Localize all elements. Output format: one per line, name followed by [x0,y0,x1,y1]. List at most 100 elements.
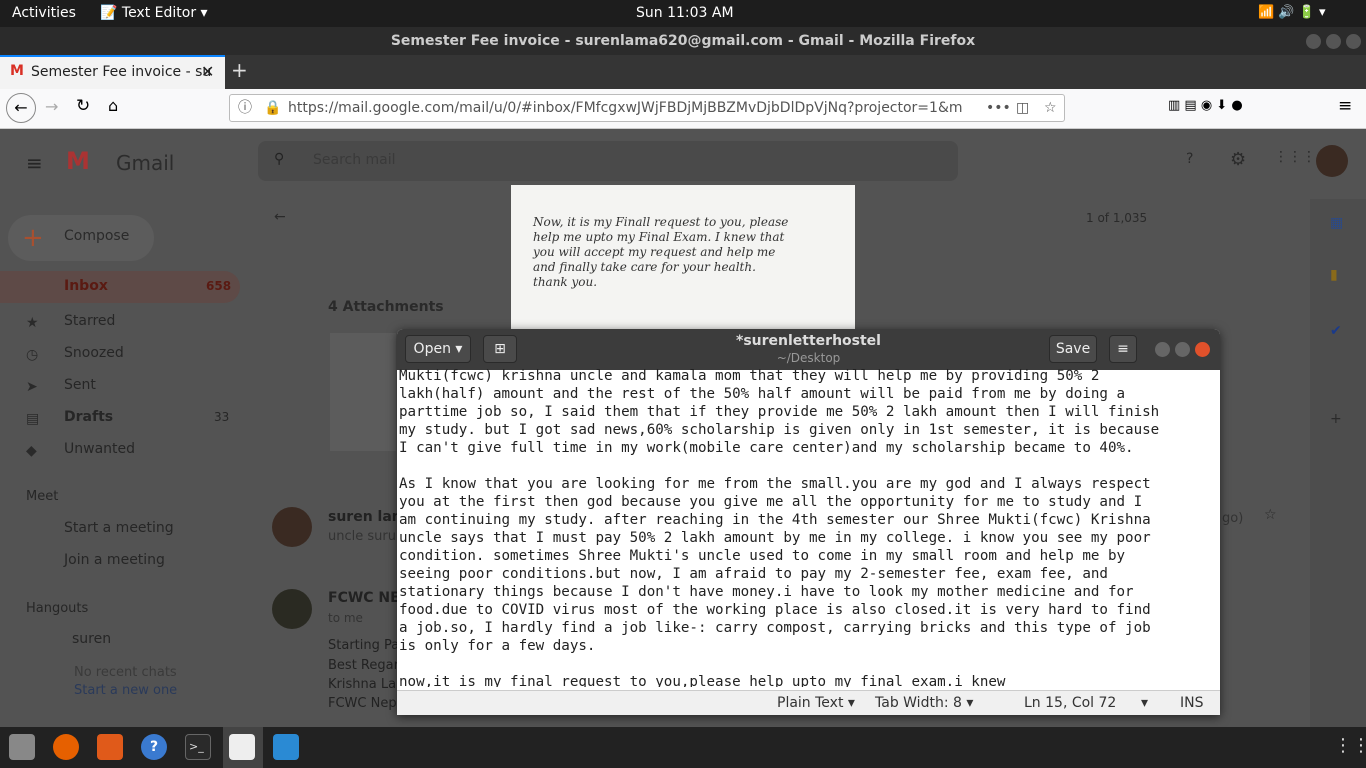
back-icon[interactable]: ← [6,93,36,123]
settings-gear-icon[interactable]: ⚙ [1230,149,1246,170]
calendar-icon[interactable]: ▦ [1330,215,1343,231]
search-bar[interactable]: ⚲ Search mail [258,141,958,181]
site-info-icon[interactable]: ⓘ [238,95,252,121]
start-new-chat-link[interactable]: Start a new one [74,683,177,695]
tab-close-icon[interactable]: ✕ [201,62,214,81]
hangouts-heading: Hangouts [26,601,89,616]
open-button[interactable]: Open ▾ [405,335,471,363]
maximize-icon[interactable] [1326,34,1341,49]
files-icon[interactable] [9,734,35,760]
bookmark-star-icon[interactable]: ☆ [1044,95,1057,121]
sender-name[interactable]: suren lam [328,509,406,525]
sidebar-item-starred[interactable]: Starred [64,313,115,329]
sidebar-item-drafts[interactable]: Drafts [64,409,113,425]
search-icon: ⚲ [274,151,285,167]
url-bar[interactable]: ⓘ 🔒 https://mail.google.com/mail/u/0/#in… [229,94,1065,122]
message-snippet[interactable]: uncle suru [328,529,396,544]
text-editor-window: Open ▾ ⊞ *surenletterhostel ~/Desktop Sa… [397,329,1220,715]
apps-grid-icon[interactable]: ⋮⋮⋮ [1274,149,1316,165]
language-label: Plain Text [777,695,844,711]
no-chats-text: No recent chats [74,665,177,680]
sidebar-item-inbox[interactable]: Inbox 658 [0,271,240,303]
home-icon[interactable]: ⌂ [108,96,118,115]
gmail-logo-icon: M [66,147,90,175]
minimize-icon[interactable] [1155,342,1170,357]
tab-width-label: Tab Width: 8 [875,695,962,711]
software-center-icon[interactable] [97,734,123,760]
window-title: Semester Fee invoice - surenlama620@gmai… [390,33,976,49]
minimize-icon[interactable] [1306,34,1321,49]
hangouts-user[interactable]: suren [72,631,111,647]
start-meeting-link[interactable]: Start a meeting [64,520,174,536]
system-tray-icons[interactable]: 📶 🔊 🔋 ▾ [1258,5,1325,20]
show-applications-icon[interactable]: ⋮⋮⋮ [1334,735,1366,756]
handwritten-line: you will accept my request and help me [533,245,776,259]
app-menu[interactable]: 📝 Text Editor ▾ [100,5,208,21]
vscode-icon[interactable] [273,734,299,760]
terminal-icon[interactable]: >_ [185,734,211,760]
send-icon: ➤ [26,379,38,395]
label-icon: ◆ [26,443,37,459]
url-text: https://mail.google.com/mail/u/0/#inbox/… [288,100,963,116]
forward-icon[interactable]: → [45,97,58,116]
compose-button[interactable]: + Compose [8,215,154,261]
save-button[interactable]: Save [1049,335,1097,363]
handwritten-line: help me upto my Final Exam. I knew that [533,230,785,244]
clock-icon: ◷ [26,347,39,363]
avatar[interactable] [1316,145,1348,177]
maximize-icon[interactable] [1175,342,1190,357]
new-tab-icon[interactable]: + [231,58,248,82]
meet-heading: Meet [26,489,59,504]
gmail-favicon-icon: M [10,63,24,79]
text-editor-area[interactable]: Mukti(fcwc) krishna uncle and kamala mom… [397,367,1220,687]
clock[interactable]: Sun 11:03 AM [636,5,734,21]
tab-width-selector[interactable]: Tab Width: 8 ▾ [875,695,973,711]
join-meeting-link[interactable]: Join a meeting [64,552,165,568]
text-editor-icon[interactable] [229,734,255,760]
editor-statusbar: Plain Text ▾ Tab Width: 8 ▾ Ln 15, Col 7… [397,690,1220,715]
app-menu-icon[interactable]: ≡ [1338,96,1352,116]
handwritten-letter-image: Now, it is my Finall request to you, ple… [511,185,855,329]
new-document-icon[interactable]: ⊞ [483,335,517,363]
back-to-inbox-icon[interactable]: ← [274,209,286,225]
language-selector[interactable]: Plain Text ▾ [777,695,855,711]
sidebar-item-sent[interactable]: Sent [64,377,96,393]
position-dropdown-icon[interactable]: ▾ [1141,695,1148,711]
tasks-icon[interactable]: ✔ [1330,323,1342,339]
editor-headerbar: Open ▾ ⊞ *surenletterhostel ~/Desktop Sa… [397,329,1220,370]
toolbar-extension-icons[interactable]: ▥ ▤ ◉ ⬇ ● [1168,98,1243,113]
tab-label: Semester Fee invoice - su [31,64,212,80]
keep-icon[interactable]: ▮ [1330,267,1338,283]
add-addon-icon[interactable]: + [1330,411,1342,427]
body-line: FCWC Nep [328,696,397,711]
close-icon[interactable] [1195,342,1210,357]
star-message-icon[interactable]: ☆ [1264,507,1277,523]
sender2-name[interactable]: FCWC NE [328,590,400,606]
sidebar-item-label: Inbox [64,278,108,294]
lock-icon: 🔒 [264,100,282,116]
pocket-icon[interactable]: ◫ [1016,95,1029,121]
help-icon[interactable]: ? [1186,151,1193,167]
attachment-thumbnail[interactable] [330,333,396,451]
page-actions-icon[interactable]: ••• [986,95,1011,121]
close-icon[interactable] [1346,34,1361,49]
body-line: Krishna La [328,677,397,692]
activities-button[interactable]: Activities [12,5,76,21]
body-line: Best Regar [328,658,399,673]
recipient-text[interactable]: to me [328,611,363,625]
attachments-heading: 4 Attachments [328,299,444,315]
insert-mode: INS [1180,695,1204,711]
sender-avatar [272,507,312,547]
main-menu-icon[interactable]: ≡ [26,151,43,175]
cursor-position[interactable]: Ln 15, Col 72 [1024,695,1116,711]
reload-icon[interactable]: ↻ [76,96,90,116]
taskbar: ? >_ ⋮⋮⋮ [0,727,1366,768]
tab-gmail[interactable]: M Semester Fee invoice - su ✕ [0,55,225,89]
hamburger-menu-icon[interactable]: ≡ [1109,335,1137,363]
sidebar-item-snoozed[interactable]: Snoozed [64,345,124,361]
sidebar-item-unwanted[interactable]: Unwanted [64,441,135,457]
document-path: ~/Desktop [776,351,841,365]
help-icon[interactable]: ? [141,734,167,760]
firefox-icon[interactable] [53,734,79,760]
top-panel: Activities 📝 Text Editor ▾ Sun 11:03 AM … [0,0,1366,27]
